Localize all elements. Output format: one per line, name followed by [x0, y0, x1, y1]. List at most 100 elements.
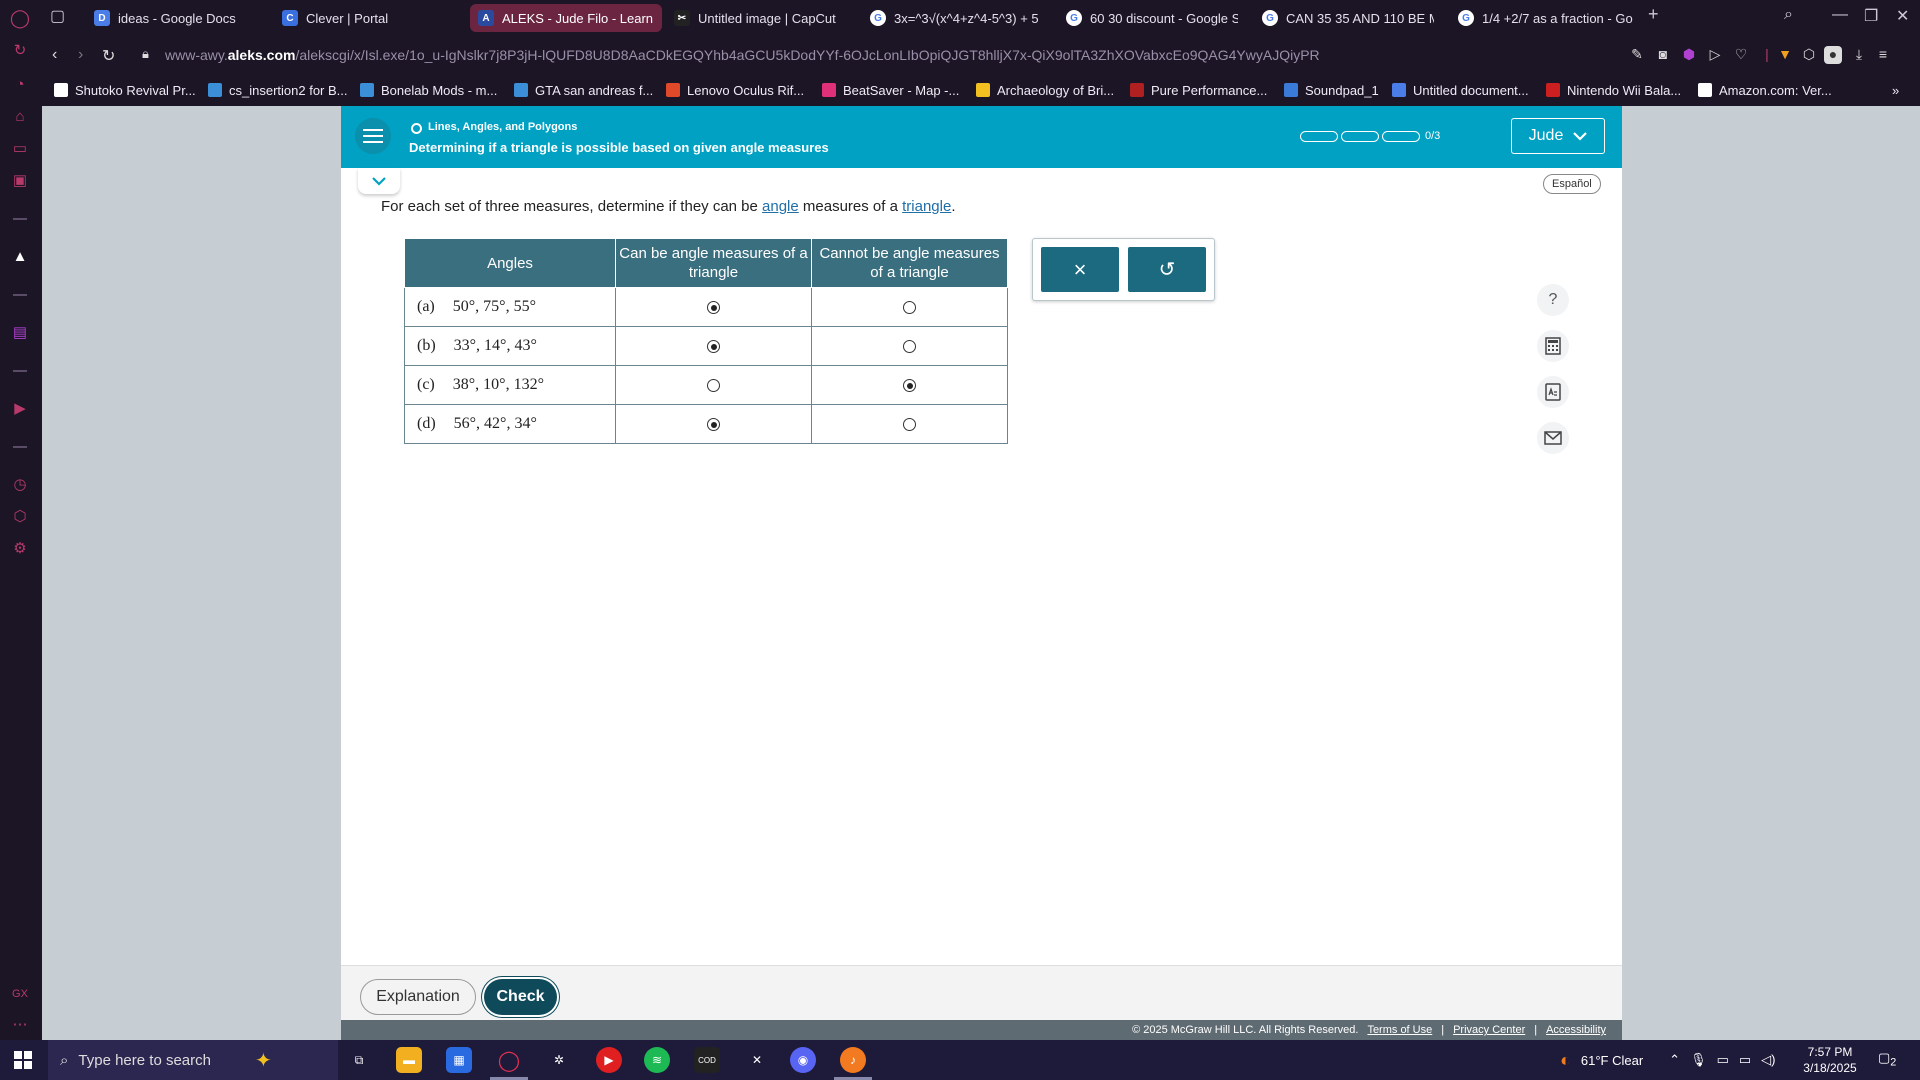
- youtube-icon[interactable]: ▶: [596, 1047, 622, 1073]
- cube-icon[interactable]: ⬡: [1800, 46, 1818, 64]
- profile-icon[interactable]: ●: [1824, 46, 1842, 64]
- store-icon[interactable]: ▦: [446, 1047, 472, 1073]
- terms-link[interactable]: Terms of Use: [1367, 1024, 1432, 1036]
- twitch-icon[interactable]: ▤: [10, 322, 30, 342]
- browser-tab[interactable]: G 1/4 +2/7 as a fraction - Go: [1450, 4, 1640, 32]
- check-button[interactable]: Check: [484, 979, 557, 1015]
- bookmark-item[interactable]: Nintendo Wii Bala...: [1546, 80, 1681, 100]
- aleks-sidebar-icon[interactable]: ▲: [10, 246, 30, 266]
- espanol-button[interactable]: Español: [1543, 174, 1601, 194]
- player-icon[interactable]: ▶: [10, 398, 30, 418]
- triangle-link[interactable]: triangle: [902, 198, 951, 215]
- gx-icon[interactable]: GX: [10, 984, 30, 1004]
- user-menu-button[interactable]: Jude: [1511, 118, 1605, 154]
- more-icon[interactable]: ⋯: [10, 1014, 30, 1034]
- bookmark-item[interactable]: Lenovo Oculus Rif...: [666, 80, 804, 100]
- browser-tab[interactable]: Dideas - Google Docs: [86, 4, 256, 32]
- undo-button[interactable]: ↺: [1128, 247, 1206, 292]
- spotify-icon[interactable]: ≋: [644, 1047, 670, 1073]
- cannot-radio[interactable]: [903, 418, 916, 432]
- bookmark-item[interactable]: cs_insertion2 for B...: [208, 80, 348, 100]
- browser-tab[interactable]: G CAN 35 35 AND 110 BE ME: [1254, 4, 1434, 32]
- browser-tab[interactable]: G 3x=^3√(x^4+z^4-5^3) + 5: [862, 4, 1042, 32]
- clock[interactable]: 7:57 PM 3/18/2025: [1790, 1044, 1870, 1076]
- settings-icon[interactable]: ⚙: [10, 538, 30, 558]
- menu-icon[interactable]: ≡: [1874, 46, 1892, 64]
- task-view-icon[interactable]: ⧉: [346, 1047, 372, 1073]
- workspaces-icon[interactable]: ▢: [50, 6, 65, 26]
- bookmark-item[interactable]: BeatSaver - Map -...: [822, 80, 959, 100]
- game-icon[interactable]: ✕: [744, 1047, 770, 1073]
- cannot-radio[interactable]: [903, 379, 916, 393]
- forward-icon[interactable]: ›: [78, 46, 83, 64]
- notification-icon[interactable]: ▢2: [1878, 1050, 1898, 1070]
- bookmark-item[interactable]: Pure Performance...: [1130, 80, 1267, 100]
- bookmark-item[interactable]: Bonelab Mods - m...: [360, 80, 497, 100]
- opera-gx-icon[interactable]: ◯: [496, 1047, 522, 1073]
- menu-button[interactable]: [355, 118, 391, 154]
- bookmark-item[interactable]: Amazon.com: Ver...: [1698, 80, 1832, 100]
- url-field[interactable]: www-awy.aleks.com/alekscgi/x/Isl.exe/1o_…: [165, 47, 1320, 63]
- can-radio[interactable]: [707, 418, 720, 432]
- back-icon[interactable]: ‹: [52, 46, 57, 64]
- explanation-button[interactable]: Explanation: [360, 979, 476, 1015]
- heart-icon[interactable]: ♡: [1732, 46, 1750, 64]
- file-explorer-icon[interactable]: ▬: [396, 1047, 422, 1073]
- camera-icon[interactable]: ◙: [1654, 46, 1672, 64]
- tray-overflow-icon[interactable]: ⌃: [1669, 1052, 1680, 1068]
- cannot-radio[interactable]: [903, 340, 916, 354]
- app-icon[interactable]: ✲: [546, 1047, 572, 1073]
- can-radio[interactable]: [707, 301, 720, 315]
- discord-icon[interactable]: ◉: [790, 1047, 816, 1073]
- accessibility-link[interactable]: Accessibility: [1546, 1024, 1606, 1036]
- can-radio[interactable]: [707, 340, 720, 354]
- calculator-button[interactable]: [1537, 330, 1569, 362]
- can-radio[interactable]: [707, 379, 720, 393]
- aria-icon[interactable]: ◔: [10, 74, 30, 94]
- bookmark-item[interactable]: Soundpad_1: [1284, 80, 1379, 100]
- taskbar-search[interactable]: ⌕ Type here to search ✦: [48, 1040, 338, 1080]
- browser-tab[interactable]: ✂ Untitled image | CapCut: [666, 4, 854, 32]
- restore-icon[interactable]: ❐: [1864, 6, 1878, 26]
- extension-icon[interactable]: ▼: [1776, 46, 1794, 64]
- history-icon[interactable]: ◷: [10, 474, 30, 494]
- fl-studio-icon[interactable]: ♪: [840, 1047, 866, 1073]
- bookmark-item[interactable]: Untitled document...: [1392, 80, 1529, 100]
- bookmark-item[interactable]: Archaeology of Bri...: [976, 80, 1114, 100]
- windows-start-icon[interactable]: [14, 1051, 32, 1069]
- cod-icon[interactable]: COD: [694, 1047, 720, 1073]
- close-window-icon[interactable]: ✕: [1896, 6, 1909, 26]
- refresh-sidebar-icon[interactable]: ↻: [10, 40, 30, 60]
- help-button[interactable]: ?: [1537, 284, 1569, 316]
- browser-tab[interactable]: A ALEKS - Jude Filo - Learn: [470, 4, 662, 32]
- collapse-header-button[interactable]: [358, 168, 400, 194]
- image-sidebar-icon[interactable]: ▭: [10, 138, 30, 158]
- mic-icon[interactable]: 🎙︎: [1690, 1052, 1707, 1068]
- camera-tray-icon[interactable]: ▭: [1717, 1052, 1729, 1068]
- volume-icon[interactable]: ◁): [1761, 1052, 1775, 1068]
- message-button[interactable]: [1537, 422, 1569, 454]
- privacy-link[interactable]: Privacy Center: [1453, 1024, 1525, 1036]
- browser-tab[interactable]: G 60 30 discount - Google S: [1058, 4, 1238, 32]
- angle-link[interactable]: angle: [762, 198, 799, 215]
- more-bookmarks-icon[interactable]: »: [1892, 80, 1899, 100]
- network-icon[interactable]: ▭: [1739, 1052, 1751, 1068]
- clear-button[interactable]: ×: [1041, 247, 1119, 292]
- browser-tab[interactable]: C Clever | Portal: [274, 4, 432, 32]
- dictionary-button[interactable]: [1537, 376, 1569, 408]
- new-tab-button[interactable]: +: [1648, 4, 1659, 25]
- reload-icon[interactable]: ↻: [102, 46, 115, 66]
- tab-search-icon[interactable]: ⌕: [1784, 6, 1793, 24]
- crypto-wallet-icon[interactable]: ⌂: [10, 106, 30, 126]
- weather-text[interactable]: 61°F Clear: [1581, 1053, 1643, 1068]
- download-icon[interactable]: ⤓: [1850, 46, 1868, 64]
- bookmark-item[interactable]: Shutoko Revival Pr...: [54, 80, 196, 100]
- send-icon[interactable]: ▷: [1706, 46, 1724, 64]
- vpn-icon[interactable]: ⬢: [1680, 46, 1698, 64]
- edit-icon[interactable]: ✎: [1628, 46, 1646, 64]
- messenger-icon[interactable]: ▣: [10, 170, 30, 190]
- cannot-radio[interactable]: [903, 301, 916, 315]
- bookmark-item[interactable]: GTA san andreas f...: [514, 80, 653, 100]
- opera-logo-icon[interactable]: ◯: [10, 8, 30, 28]
- minimize-icon[interactable]: —: [1832, 6, 1848, 24]
